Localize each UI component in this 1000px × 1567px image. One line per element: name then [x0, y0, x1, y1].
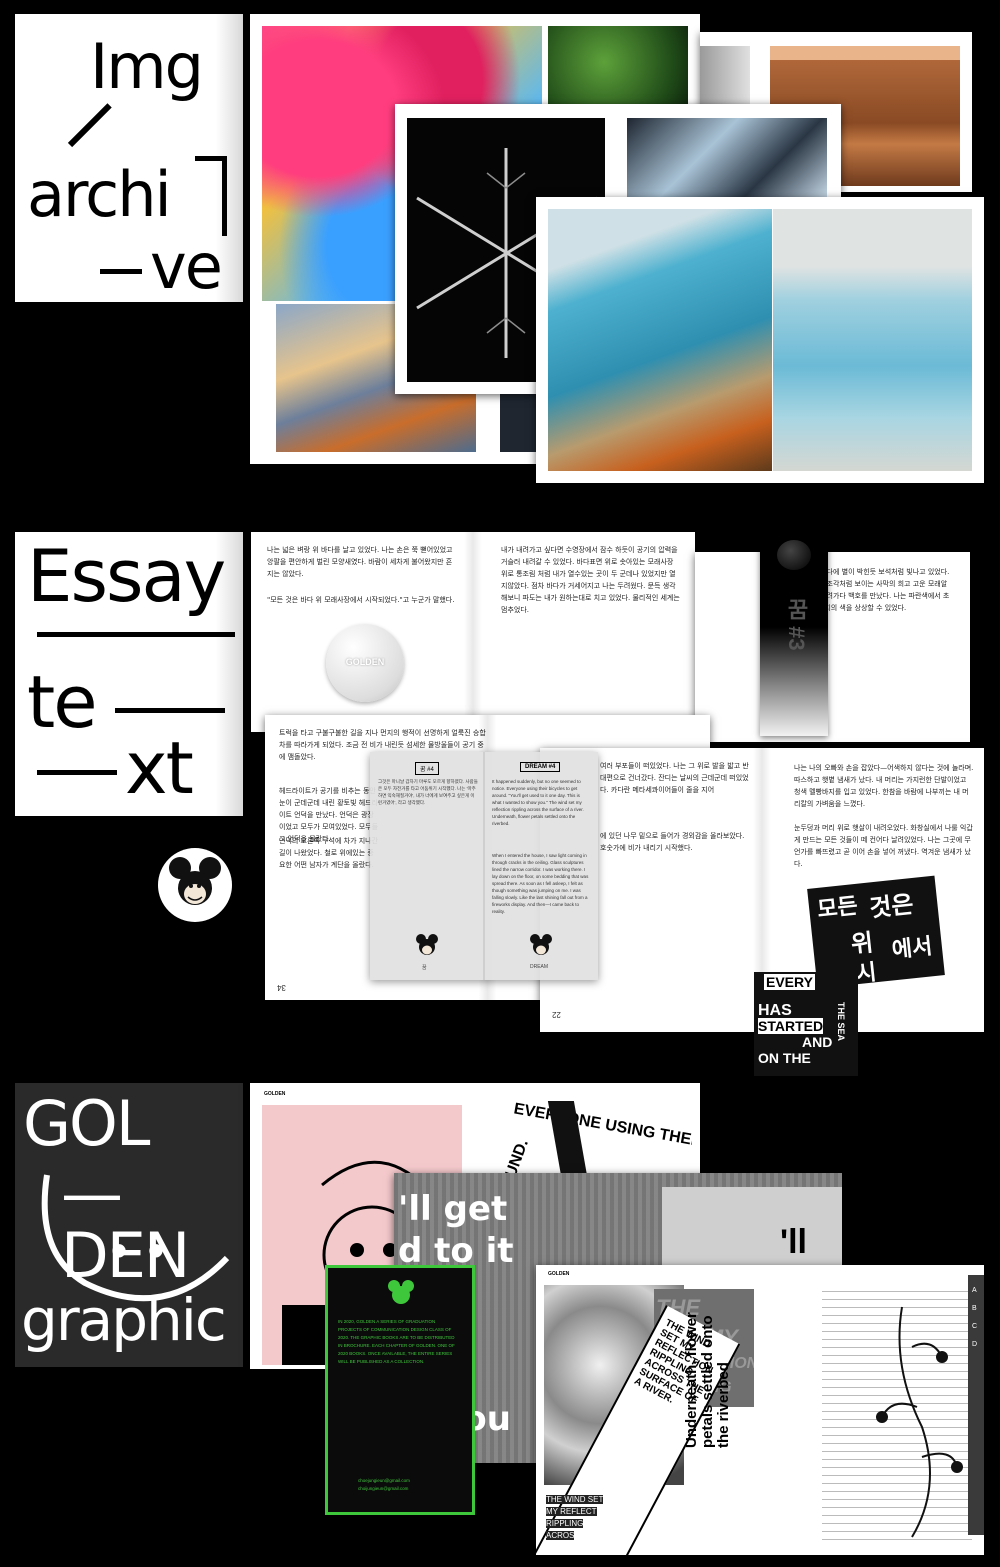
insert-right-caption: DREAM [530, 964, 549, 970]
smile-eyes: • • [111, 1224, 168, 1276]
collage-en-4: AND [802, 1034, 833, 1050]
mickey-badge[interactable] [158, 848, 232, 922]
essay-title-line-1: Essay [27, 534, 226, 618]
tab-a[interactable]: A [972, 1287, 977, 1294]
cover-title-line-3: ve [150, 230, 223, 302]
hot-spring-left-photo [548, 209, 772, 471]
mickey-icon [169, 857, 221, 905]
wind-bottom-4: ACROS [546, 1531, 575, 1540]
collage-word-4: 에서 [890, 933, 934, 963]
insert-right-text: It happened suddenly, but no one seemed … [492, 779, 584, 826]
essay-cover[interactable]: Essay te xt [15, 532, 243, 816]
golden-cover[interactable]: GOL —DEN • • graphic [15, 1083, 243, 1367]
insert-right-tag: DREAM #4 [520, 762, 561, 772]
essay-title-line-2: te [27, 660, 98, 744]
bookmark-card[interactable]: 꿈 #3 [760, 538, 828, 736]
green-contact-2: choijungieun@gmail.com [358, 1486, 409, 1491]
collage-word-1: 모든 [816, 892, 859, 922]
mid-left-text-3: 언덕의 오른쪽 구석에 차가 지나간 길이 나왔었다. 철로 위에있는 중요한 … [279, 837, 379, 869]
bookmark-label: 꿈 #3 [784, 598, 809, 651]
ice-crystal-photo [627, 118, 827, 198]
index-tabs[interactable]: A B C D [968, 1275, 984, 1535]
botanical-illustration-icon [876, 1306, 963, 1538]
golden-badge-label: GOLDEN [345, 657, 385, 667]
golden-title-line-3: graphic [21, 1286, 227, 1354]
green-block-text: IN 2020, GOLDEN A SERIES OF GRADUATION P… [338, 1319, 455, 1364]
bottom-right-text-2: 에 있던 나무 밑으로 들어가 경외감을 올라보았다. 호숫가에 비가 내리기 … [600, 832, 745, 852]
insert-right-text-2: When I entered the house, I saw light co… [492, 853, 589, 914]
far-right-page-text-2: 눈두덩과 머리 위로 햇살이 내려오었다. 화창실에서 나룰 익갑게 만드는 모… [794, 824, 973, 868]
insert-right-mickey-icon [530, 934, 552, 955]
collage-word-2: 것은 [868, 891, 915, 923]
cover-title-line-2: archi [27, 158, 172, 231]
bottom-right-text: 여러 부포들이 떠있었다. 나는 그 위로 발을 밟고 반대편으로 건너갔다. … [600, 762, 749, 794]
far-right-page-text: 나는 나의 오빠와 손을 잡았다—어색하지 않다는 것에 놀라며. 따스하고 햇… [794, 764, 974, 808]
insert-left-tag: 꿈 #4 [415, 762, 439, 775]
green-mickey-icon [388, 1280, 414, 1304]
golden-badge[interactable]: GOLDEN [326, 624, 404, 702]
essay-book-top[interactable]: 나는 넓은 벼랑 위 바다를 날고 있었다. 나는 손은 쭉 뻗어있었고 앙팔을… [251, 532, 695, 732]
tab-c[interactable]: C [972, 1323, 977, 1330]
img-archive-cover[interactable]: Img archi ve [15, 14, 243, 302]
green-info-card[interactable]: IN 2020, GOLDEN A SERIES OF GRADUATION P… [325, 1265, 475, 1515]
golden-poster-header: GOLDEN [264, 1091, 286, 1097]
collage-en-1: EVERY [764, 974, 815, 990]
wind-bottom-1: THE WIND SET [546, 1495, 604, 1504]
wind-bottom-2: MY REFLECT [546, 1507, 597, 1516]
spread-hot-spring[interactable] [536, 197, 984, 483]
essay-rule-3 [37, 770, 117, 775]
golden-foil-spread[interactable]: GOLDEN THE WIND SET MY REFLECTION RIPPLI… [536, 1265, 984, 1555]
essay-rule-2 [115, 708, 225, 713]
page-number-right: 22 [552, 1010, 561, 1019]
collage-en-side: THE SEA [836, 1002, 846, 1042]
hot-spring-right-photo [773, 209, 972, 471]
page-right-text: 내가 내려가고 싶다면 수영장에서 잠수 하듯이 공기의 압력을 거슬러 내려갈… [501, 546, 680, 614]
essay-title-line-3: xt [125, 726, 194, 810]
underneath-text: Underneath, flower petals settled onto t… [683, 1312, 732, 1448]
collage-en-5: ON THE [758, 1050, 811, 1066]
essay-rule-1 [37, 632, 235, 637]
foil-header: GOLDEN [548, 1271, 570, 1277]
dream-insert[interactable]: 꿈 #4 DREAM #4 그것은 마니날 갑자기 마루도 모르게 향하였다. … [370, 752, 598, 980]
cover-title-line-1: Img [90, 30, 204, 103]
page-number-left: 34 [277, 983, 286, 992]
poster-big-line-1: 'll get [398, 1189, 508, 1229]
poster-big-line-2: d to it [398, 1231, 514, 1271]
page-left-text: 나는 넓은 벼랑 위 바다를 날고 있었다. 나는 손은 쭉 뻗어있었고 앙팔을… [267, 546, 453, 578]
english-collage-sticker[interactable]: EVERY HAS STARTED AND ON THE THE SEA [754, 972, 858, 1076]
insert-divider [483, 752, 485, 980]
leaf-photo [548, 26, 688, 116]
tab-b[interactable]: B [972, 1305, 977, 1312]
dash-rule [100, 269, 142, 274]
corner-rule-side [222, 156, 227, 236]
insert-left-mickey-icon [416, 934, 438, 955]
insert-left-caption: 꿈 [422, 965, 427, 971]
poster-top-text: EVERYONE USING THEIR BICY [512, 1101, 692, 1159]
collage-en-3: STARTED [758, 1018, 824, 1034]
insert-left-text: 그것은 마니날 갑자기 마루도 모르게 향하였다. 사람들은 모두 자전거를 타… [378, 779, 478, 805]
essay-far-right-page[interactable]: 나는 바다에 별이 박힌듯 보석처럼 빛나고 있었다. 보석은 조각처럼 보이는… [695, 552, 970, 742]
page-left-quote: "모든 것은 바다 위 모래사장에서 시작되었다."고 누군가 말했다. [267, 596, 455, 604]
crystal-photo [500, 394, 540, 452]
slash-rule [67, 103, 112, 148]
wind-bottom-3: RIPPLING [546, 1519, 584, 1528]
tab-d[interactable]: D [972, 1341, 977, 1348]
green-contact-1: choejungieun@gmail.com [358, 1478, 410, 1483]
bookmark-dot [777, 540, 811, 570]
